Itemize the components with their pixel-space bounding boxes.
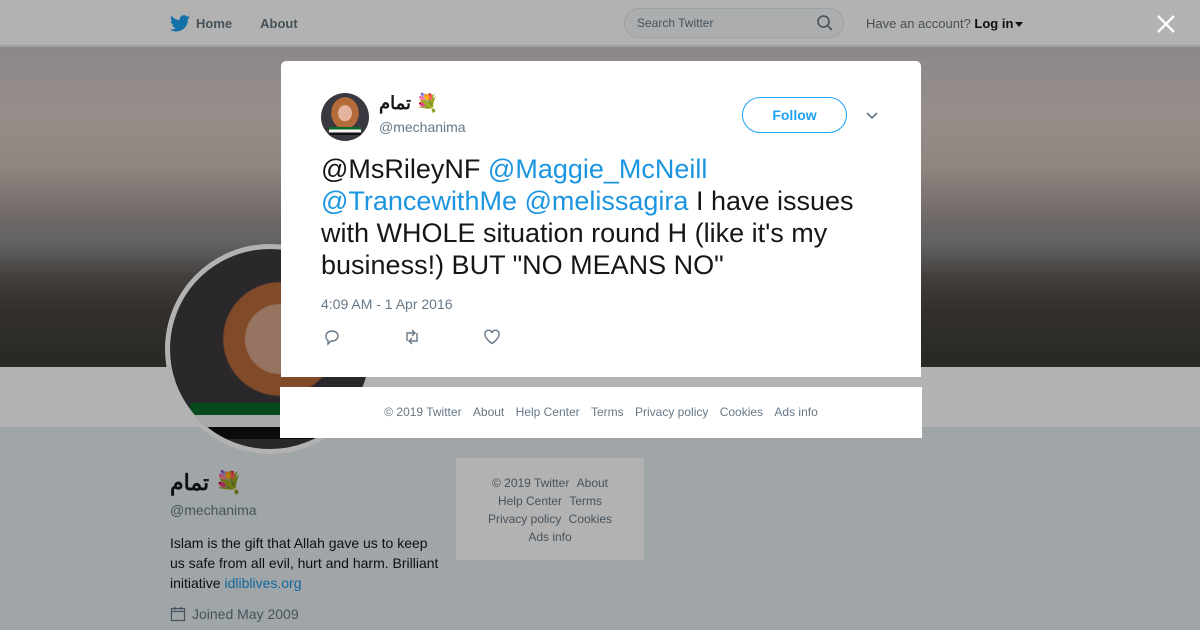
footer-terms-link[interactable]: Terms	[591, 405, 624, 419]
close-icon[interactable]	[1154, 12, 1178, 36]
tweet-text: @MsRileyNF @Maggie_McNeill @TrancewithMe…	[321, 153, 891, 281]
chevron-down-icon[interactable]	[865, 108, 879, 122]
mention[interactable]: @TrancewithMe	[321, 186, 517, 216]
heart-icon[interactable]	[483, 328, 501, 346]
tweet-modal: تمام 💐 @mechanima Follow @MsRileyNF @Mag…	[281, 61, 921, 377]
mention[interactable]: @Maggie_McNeill	[488, 154, 707, 184]
mention[interactable]: @melissagira	[524, 186, 688, 216]
tweet-author-handle[interactable]: @mechanima	[379, 119, 466, 135]
tweet-author-avatar[interactable]	[321, 93, 369, 141]
footer-about-link[interactable]: About	[473, 405, 504, 419]
footer-copyright: © 2019 Twitter	[384, 405, 462, 419]
footer-privacy-link[interactable]: Privacy policy	[635, 405, 708, 419]
footer-help-link[interactable]: Help Center	[516, 405, 580, 419]
tweet-actions	[323, 328, 501, 346]
flag-graphic	[329, 127, 361, 135]
reply-icon[interactable]	[323, 328, 341, 346]
footer-ads-link[interactable]: Ads info	[774, 405, 817, 419]
modal-footer: © 2019 Twitter About Help Center Terms P…	[280, 387, 922, 438]
mention[interactable]: @MsRileyNF	[321, 154, 480, 184]
follow-button[interactable]: Follow	[742, 97, 847, 133]
retweet-icon[interactable]	[403, 328, 421, 346]
footer-cookies-link[interactable]: Cookies	[720, 405, 763, 419]
tweet-timestamp[interactable]: 4:09 AM - 1 Apr 2016	[321, 296, 453, 312]
tweet-author-name[interactable]: تمام 💐	[379, 93, 438, 114]
